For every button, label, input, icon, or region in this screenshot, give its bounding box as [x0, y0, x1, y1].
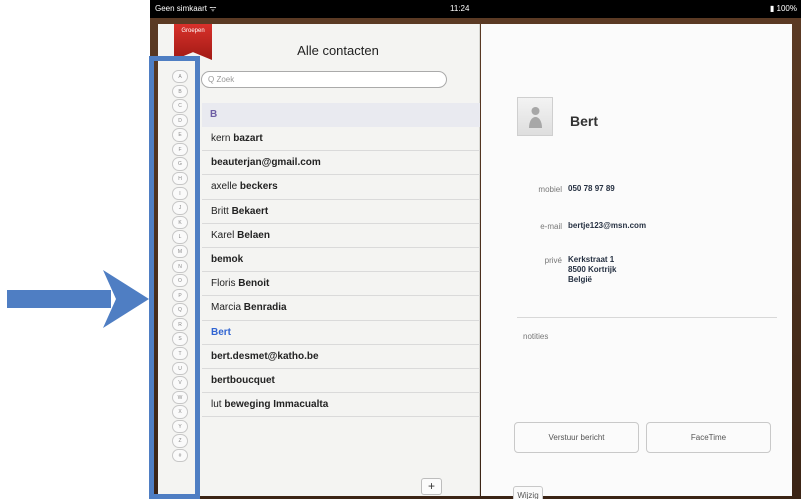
contact-last-name: bemok	[211, 253, 244, 265]
contact-last-name: Belaen	[237, 229, 270, 241]
address-line: 8500 Kortrijk	[568, 265, 617, 274]
contact-last-name: Bert	[211, 326, 232, 338]
contact-first-name: axelle	[211, 181, 238, 193]
index-letter[interactable]: N	[172, 259, 188, 273]
contact-row[interactable]: bert.desmet@katho.be	[202, 345, 480, 369]
carrier-status: Geen simkaart ᯤ	[155, 0, 217, 18]
contacts-list-page: Groepen Alle contacten Q Zoek A B C D E …	[158, 24, 480, 496]
battery-icon: ▮	[769, 4, 775, 13]
index-letter[interactable]: C	[172, 99, 188, 113]
contact-first-name: Marcia	[211, 302, 242, 314]
index-letter[interactable]: U	[172, 361, 188, 375]
contact-last-name: bertboucquet	[211, 374, 275, 386]
contact-row[interactable]: bertboucquet	[202, 369, 480, 394]
index-letter[interactable]: E	[172, 128, 188, 142]
selected-contact-row[interactable]: Bert	[202, 321, 480, 345]
contact-last-name: beckers	[239, 181, 278, 193]
contact-row[interactable]: lut beweging Immacualta	[202, 393, 480, 418]
contact-last-name: Bekaert	[231, 205, 269, 217]
contact-row[interactable]: Britt Bekaert	[202, 200, 480, 224]
contact-row[interactable]: bemok	[202, 248, 480, 273]
index-letter[interactable]: O	[172, 274, 188, 288]
index-letter[interactable]: G	[172, 157, 188, 171]
contact-last-name: bazart	[233, 133, 263, 144]
index-letter[interactable]: J	[172, 201, 188, 215]
address-line: Kerkstraat 1	[568, 255, 615, 264]
contact-row[interactable]: Marcia Benradia	[202, 296, 480, 321]
contact-row[interactable]: Floris Benoit	[202, 272, 480, 297]
index-letter[interactable]: D	[172, 113, 188, 128]
ipad-contacts-app: Geen simkaart ᯤ 11:24 ▮ 100% Groepen All…	[150, 0, 801, 499]
index-letter[interactable]: I	[172, 186, 188, 201]
detail-divider	[517, 317, 777, 318]
battery-percent: 100%	[776, 4, 797, 13]
screenshot-stage: Geen simkaart ᯤ 11:24 ▮ 100% Groepen All…	[0, 0, 801, 499]
index-letter[interactable]: T	[172, 346, 188, 361]
index-letter[interactable]: Q	[172, 303, 188, 317]
contact-row[interactable]: axelle beckers	[202, 175, 480, 200]
contact-name: Bert	[570, 113, 599, 129]
battery-status: ▮ 100%	[770, 0, 797, 18]
contact-first-name: Karel	[211, 229, 235, 241]
index-letter[interactable]: P	[172, 288, 188, 303]
contact-first-name: lut	[211, 399, 222, 411]
contact-row[interactable]: kern bazart	[202, 127, 480, 152]
index-letter[interactable]: M	[172, 244, 188, 259]
index-letter[interactable]: V	[172, 376, 188, 390]
index-letter[interactable]: #	[172, 449, 188, 463]
contact-first-name: kern	[211, 133, 231, 144]
index-letter[interactable]: X	[172, 405, 188, 419]
contact-first-name: Floris	[211, 278, 236, 290]
index-letter[interactable]: H	[172, 172, 188, 186]
add-contact-button[interactable]: +	[421, 478, 442, 495]
contact-first-name: Britt	[211, 205, 229, 217]
index-letter[interactable]: L	[172, 230, 188, 244]
search-input[interactable]: Q Zoek	[201, 71, 447, 88]
mobile-number[interactable]: 050 78 97 89	[568, 184, 615, 194]
contact-last-name: beauterjan@gmail.com	[211, 157, 321, 169]
wifi-icon: ᯤ	[209, 4, 217, 13]
contact-detail-page: Bert mobiel 050 78 97 89 e-mail bertje12…	[481, 24, 792, 499]
address-label: privé	[544, 256, 562, 265]
contact-last-name: bert.desmet@katho.be	[211, 350, 319, 362]
contact-last-name: beweging Immacualta	[224, 399, 329, 411]
index-letter[interactable]: W	[172, 390, 188, 405]
annotation-arrow-icon	[7, 270, 149, 328]
carrier-label: Geen simkaart	[155, 4, 208, 13]
index-letter[interactable]: A	[172, 70, 188, 84]
contacts-book: Groepen Alle contacten Q Zoek A B C D E …	[150, 18, 801, 499]
contact-last-name: Benradia	[243, 302, 287, 314]
contact-last-name: Benoit	[238, 278, 270, 290]
send-message-button[interactable]: Verstuur bericht	[514, 422, 639, 453]
notes-label: notities	[523, 332, 549, 341]
email-address[interactable]: bertje123@msn.com	[568, 221, 646, 231]
index-letter[interactable]: R	[172, 317, 188, 332]
index-letter[interactable]: K	[172, 215, 188, 230]
address-line: België	[568, 275, 593, 284]
email-label: e-mail	[540, 222, 562, 231]
index-letter[interactable]: F	[172, 142, 188, 157]
status-bar: Geen simkaart ᯤ 11:24 ▮ 100%	[150, 0, 801, 18]
contact-row[interactable]: beauterjan@gmail.com	[202, 151, 480, 176]
address-value[interactable]: Kerkstraat 1 8500 Kortrijk België	[568, 255, 616, 285]
contact-row[interactable]: Karel Belaen	[202, 224, 480, 248]
page-title: Alle contacten	[297, 43, 379, 58]
status-time: 11:24	[450, 4, 470, 13]
contact-avatar	[517, 97, 553, 136]
alphabet-index[interactable]: A B C D E F G H I J K L M N O P Q R S T …	[169, 70, 191, 499]
index-letter[interactable]: Z	[172, 434, 188, 448]
contact-avatar-icon	[529, 107, 542, 128]
edit-contact-button[interactable]: Wijzig	[513, 486, 543, 499]
index-letter[interactable]: S	[172, 332, 188, 346]
contact-list: B kern bazart beauterjan@gmail.com axell…	[202, 103, 480, 418]
index-letter[interactable]: B	[172, 84, 188, 98]
mobile-label: mobiel	[538, 185, 562, 194]
section-header: B	[202, 103, 480, 127]
index-letter[interactable]: Y	[172, 419, 188, 434]
facetime-button[interactable]: FaceTime	[646, 422, 771, 453]
groups-button[interactable]: Groepen	[174, 24, 212, 60]
